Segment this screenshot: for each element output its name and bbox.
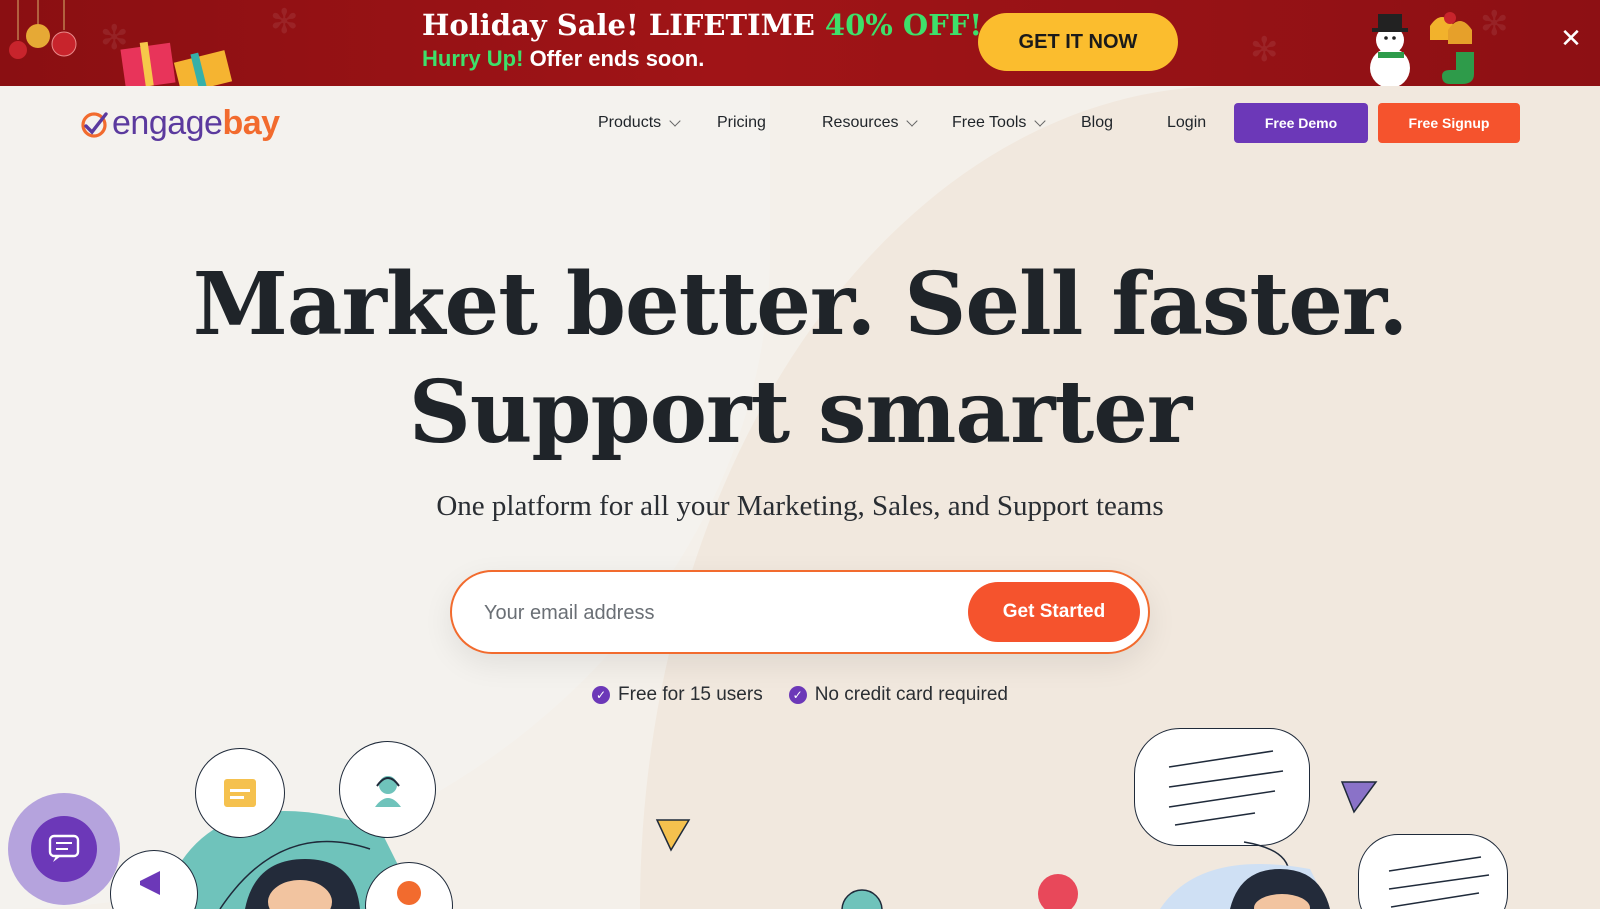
close-icon[interactable]: ✕ (1556, 24, 1586, 54)
dot-decoration (1038, 874, 1078, 909)
promo-headline: Holiday Sale! LIFETIME 40% OFF! (422, 8, 982, 42)
nav-label: Pricing (717, 114, 766, 131)
speech-bubble-decoration (1358, 834, 1508, 909)
free-signup-button[interactable]: Free Signup (1378, 103, 1520, 143)
check-icon: ✓ (788, 686, 807, 704)
nav-free-tools[interactable]: Free Tools (952, 114, 1047, 132)
chevron-down-icon (1034, 115, 1047, 127)
perk-label: Free for 15 users (618, 684, 763, 705)
email-input[interactable] (484, 592, 904, 634)
promo-subline: Hurry Up! Offer ends soon. (422, 46, 704, 72)
nav-label: Resources (822, 114, 899, 131)
promo-hurry-text: Hurry Up! (422, 46, 524, 71)
nav-blog[interactable]: Blog (1081, 114, 1113, 132)
hero-subtitle: One platform for all your Marketing, Sal… (436, 490, 1164, 522)
chevron-down-icon (669, 115, 681, 127)
check-icon: ✓ (592, 686, 611, 704)
promo-headline-text: Holiday Sale! LIFETIME (422, 8, 825, 42)
logo-mark-icon (81, 111, 108, 138)
logo-text-engage: engage (112, 104, 223, 142)
snowflake-decoration: ✻ (270, 2, 299, 42)
nav-label: Login (1167, 114, 1207, 131)
right-illustration (1160, 864, 1330, 909)
promo-offer-text: Offer ends soon. (523, 46, 705, 71)
get-it-now-button[interactable]: GET IT NOW (978, 13, 1178, 71)
archive-icon (195, 748, 285, 838)
chevron-down-icon (906, 115, 919, 127)
snowman-decoration (1370, 12, 1474, 86)
speech-bubble-decoration (1134, 728, 1310, 846)
nav-label: Free Tools (952, 114, 1027, 131)
logo-text-bay: bay (222, 104, 280, 142)
gift-decoration (120, 41, 233, 86)
chat-bubble-icon (31, 816, 97, 882)
nav-label: Blog (1081, 114, 1114, 131)
triangle-decoration (655, 819, 691, 852)
chat-widget-button[interactable] (8, 793, 120, 905)
perk-item: ✓ No credit card required (788, 684, 1008, 706)
nav-label: Products (598, 114, 662, 131)
nav-login[interactable]: Login (1167, 114, 1206, 132)
hero-title-line2: Support smarter (408, 362, 1192, 463)
site-header: engage bay Products Pricing Resources Fre… (0, 86, 1600, 162)
perk-item: ✓ Free for 15 users (592, 684, 763, 706)
triangle-decoration (1340, 781, 1378, 814)
free-demo-button[interactable]: Free Demo (1234, 103, 1368, 143)
snowflake-decoration: ✻ (1250, 30, 1279, 70)
perks-list: ✓ Free for 15 users ✓ No credit card req… (0, 684, 1600, 706)
perk-label: No credit card required (814, 684, 1008, 705)
dot-decoration (841, 889, 883, 909)
nav-pricing[interactable]: Pricing (717, 114, 766, 132)
headset-icon (339, 741, 436, 838)
ornaments-decoration (9, 0, 77, 59)
nav-products[interactable]: Products (598, 114, 681, 132)
promo-discount: 40% OFF! (824, 8, 983, 42)
engagebay-logo[interactable]: engage bay (80, 104, 280, 143)
email-signup-form: Get Started (450, 570, 1150, 654)
hero-title-line1: Market better. Sell faster. (192, 254, 1409, 355)
nav-resources[interactable]: Resources (822, 114, 919, 132)
get-started-button[interactable]: Get Started (968, 582, 1140, 642)
promo-banner: ✻ ✻ ✻ ✻ Holiday Sale! LIFETIME 40% OFF! … (0, 0, 1600, 86)
